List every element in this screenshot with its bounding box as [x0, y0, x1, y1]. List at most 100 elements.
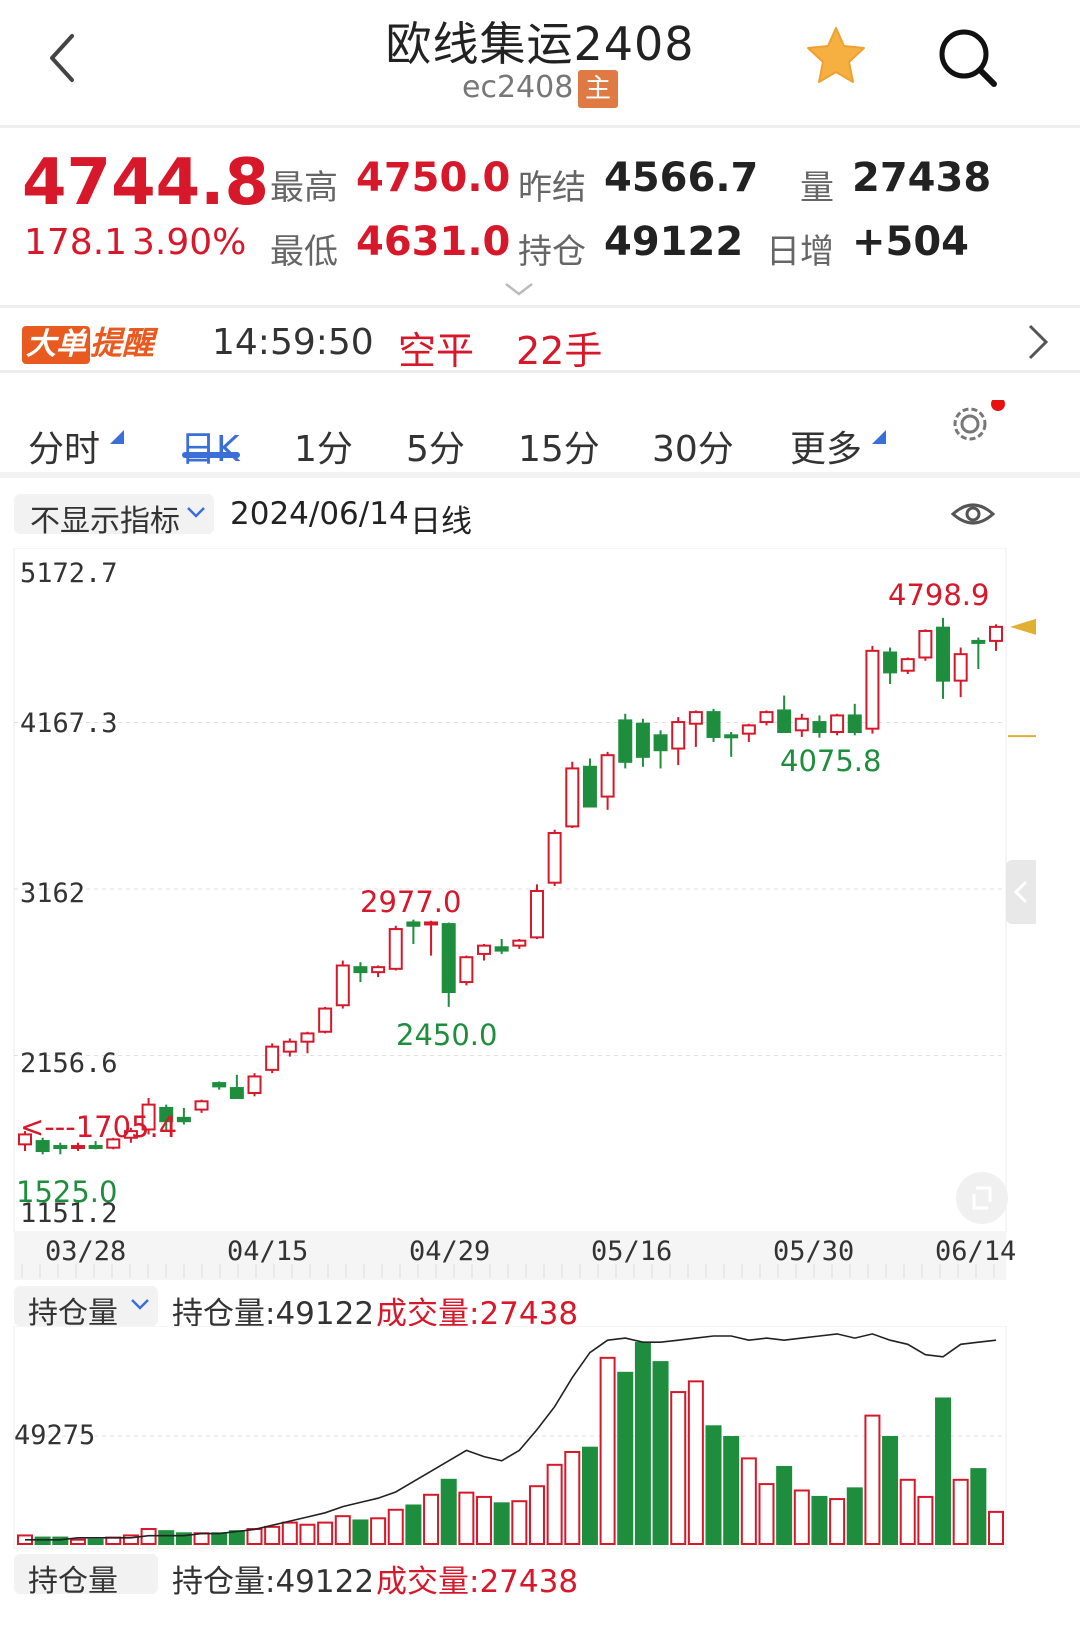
indicator-select[interactable]: 不显示指标 — [14, 494, 214, 539]
candle-body — [971, 639, 986, 644]
volume-bar — [69, 1538, 86, 1546]
volume-oi-chart[interactable] — [0, 1326, 1080, 1552]
tab-30min[interactable]: 30分 — [652, 420, 734, 472]
tab-1min[interactable]: 1分 — [294, 420, 353, 472]
volume-bar — [988, 1510, 1004, 1545]
candle-body — [529, 889, 544, 939]
candle — [847, 703, 862, 736]
candle — [335, 960, 350, 1009]
candle-body — [600, 754, 615, 798]
chevron-down-icon — [187, 507, 205, 518]
candle-body — [494, 946, 509, 952]
candle — [706, 708, 721, 742]
daily-increase-label: 日增 — [766, 232, 834, 272]
dropdown-corner-icon — [872, 430, 886, 444]
tab-5min[interactable]: 5分 — [406, 420, 465, 472]
candle-body — [300, 1032, 315, 1043]
volume-bar — [564, 1450, 581, 1545]
x-tick-label: 04/15 — [227, 1236, 309, 1267]
candle-body — [459, 956, 474, 984]
candle — [618, 713, 633, 769]
candle-body — [318, 1007, 333, 1033]
volume-bar — [829, 1498, 846, 1545]
volume-bar — [246, 1528, 263, 1546]
candle-body — [865, 649, 880, 730]
candle — [459, 955, 474, 986]
sub-indicator-select[interactable]: 持仓量 — [14, 1286, 158, 1331]
candle-body — [441, 923, 456, 994]
volume-bar — [352, 1519, 369, 1546]
visibility-eye-icon[interactable] — [950, 494, 996, 538]
x-tick-label: 05/30 — [773, 1236, 855, 1267]
tab-intraday[interactable]: 分时 — [28, 420, 100, 472]
candle-body — [724, 734, 739, 739]
last-price: 4744.8 — [22, 146, 269, 220]
high-value: 4750.0 — [356, 155, 511, 201]
local-high-annotation: 2977.0 — [360, 885, 462, 919]
volume-bar — [793, 1489, 810, 1545]
volume-bar — [705, 1425, 722, 1545]
favorite-star-icon[interactable] — [804, 24, 868, 88]
candle-body — [953, 653, 968, 682]
candle — [635, 718, 650, 767]
candle — [865, 645, 880, 734]
volume-bar — [405, 1504, 422, 1545]
volume-bar — [952, 1478, 969, 1545]
candle — [300, 1031, 315, 1054]
candle — [953, 647, 968, 698]
candle — [265, 1043, 280, 1074]
candle-body — [759, 711, 774, 724]
candle — [388, 925, 403, 971]
start-price-annotation: <---1705.4 — [20, 1110, 178, 1144]
volume-bar — [228, 1530, 245, 1546]
candle — [830, 713, 845, 736]
tab-more[interactable]: 更多 — [790, 420, 862, 472]
volume-bar — [211, 1532, 228, 1546]
volume-bar — [476, 1495, 493, 1545]
x-tick-label: 06/14 — [935, 1236, 1017, 1267]
chart-side-collapse-tab[interactable] — [1006, 860, 1036, 924]
candle-body — [653, 734, 668, 752]
candlestick-chart[interactable] — [0, 548, 1080, 1280]
candle-body — [847, 714, 862, 733]
max-price-annotation: 4798.9 — [888, 578, 990, 612]
volume-bar — [299, 1523, 316, 1546]
candle-body — [565, 767, 580, 828]
candle-body — [547, 832, 562, 884]
candle-body — [371, 966, 386, 974]
fullscreen-expand-icon[interactable] — [956, 1172, 1008, 1224]
candle-body — [706, 711, 721, 738]
oi-axis-label: 49275 — [14, 1420, 96, 1451]
alert-size: 22手 — [516, 329, 603, 373]
candle — [653, 730, 668, 769]
volume-bar — [511, 1500, 528, 1545]
x-tick-label: 05/16 — [591, 1236, 673, 1267]
tab-15min[interactable]: 15分 — [518, 420, 600, 472]
tab-daily-k[interactable]: 日K — [180, 420, 240, 472]
candle — [494, 939, 509, 954]
volume-bar — [670, 1391, 687, 1545]
volume-bar — [493, 1502, 510, 1545]
expand-quote-chevron-icon[interactable] — [502, 280, 536, 302]
candle-body — [265, 1045, 280, 1071]
volume-bar — [370, 1517, 387, 1546]
candle-body — [582, 765, 597, 808]
search-icon[interactable] — [934, 24, 1004, 94]
volume-bar — [158, 1530, 175, 1546]
candle — [565, 761, 580, 829]
candle-body — [388, 928, 403, 970]
candle-body — [900, 658, 915, 672]
prev-settle-value: 4566.7 — [604, 155, 759, 201]
sub-indicator-select-repeat[interactable]: 持仓量 — [14, 1554, 158, 1599]
chevron-left-icon — [1013, 880, 1028, 904]
candle-body — [830, 714, 845, 733]
candle-body — [688, 711, 703, 725]
main-contract-badge: 主 — [578, 70, 618, 108]
settings-gear-icon[interactable] — [946, 397, 1006, 450]
candle — [547, 829, 562, 887]
chart-date: 2024/06/14 — [230, 496, 409, 532]
candle-body — [53, 1145, 68, 1150]
big-order-alert[interactable]: 大单 提醒 14:59:50 空平 22手 — [0, 308, 1080, 373]
candle-body — [618, 719, 633, 763]
volume-bar — [758, 1483, 775, 1545]
